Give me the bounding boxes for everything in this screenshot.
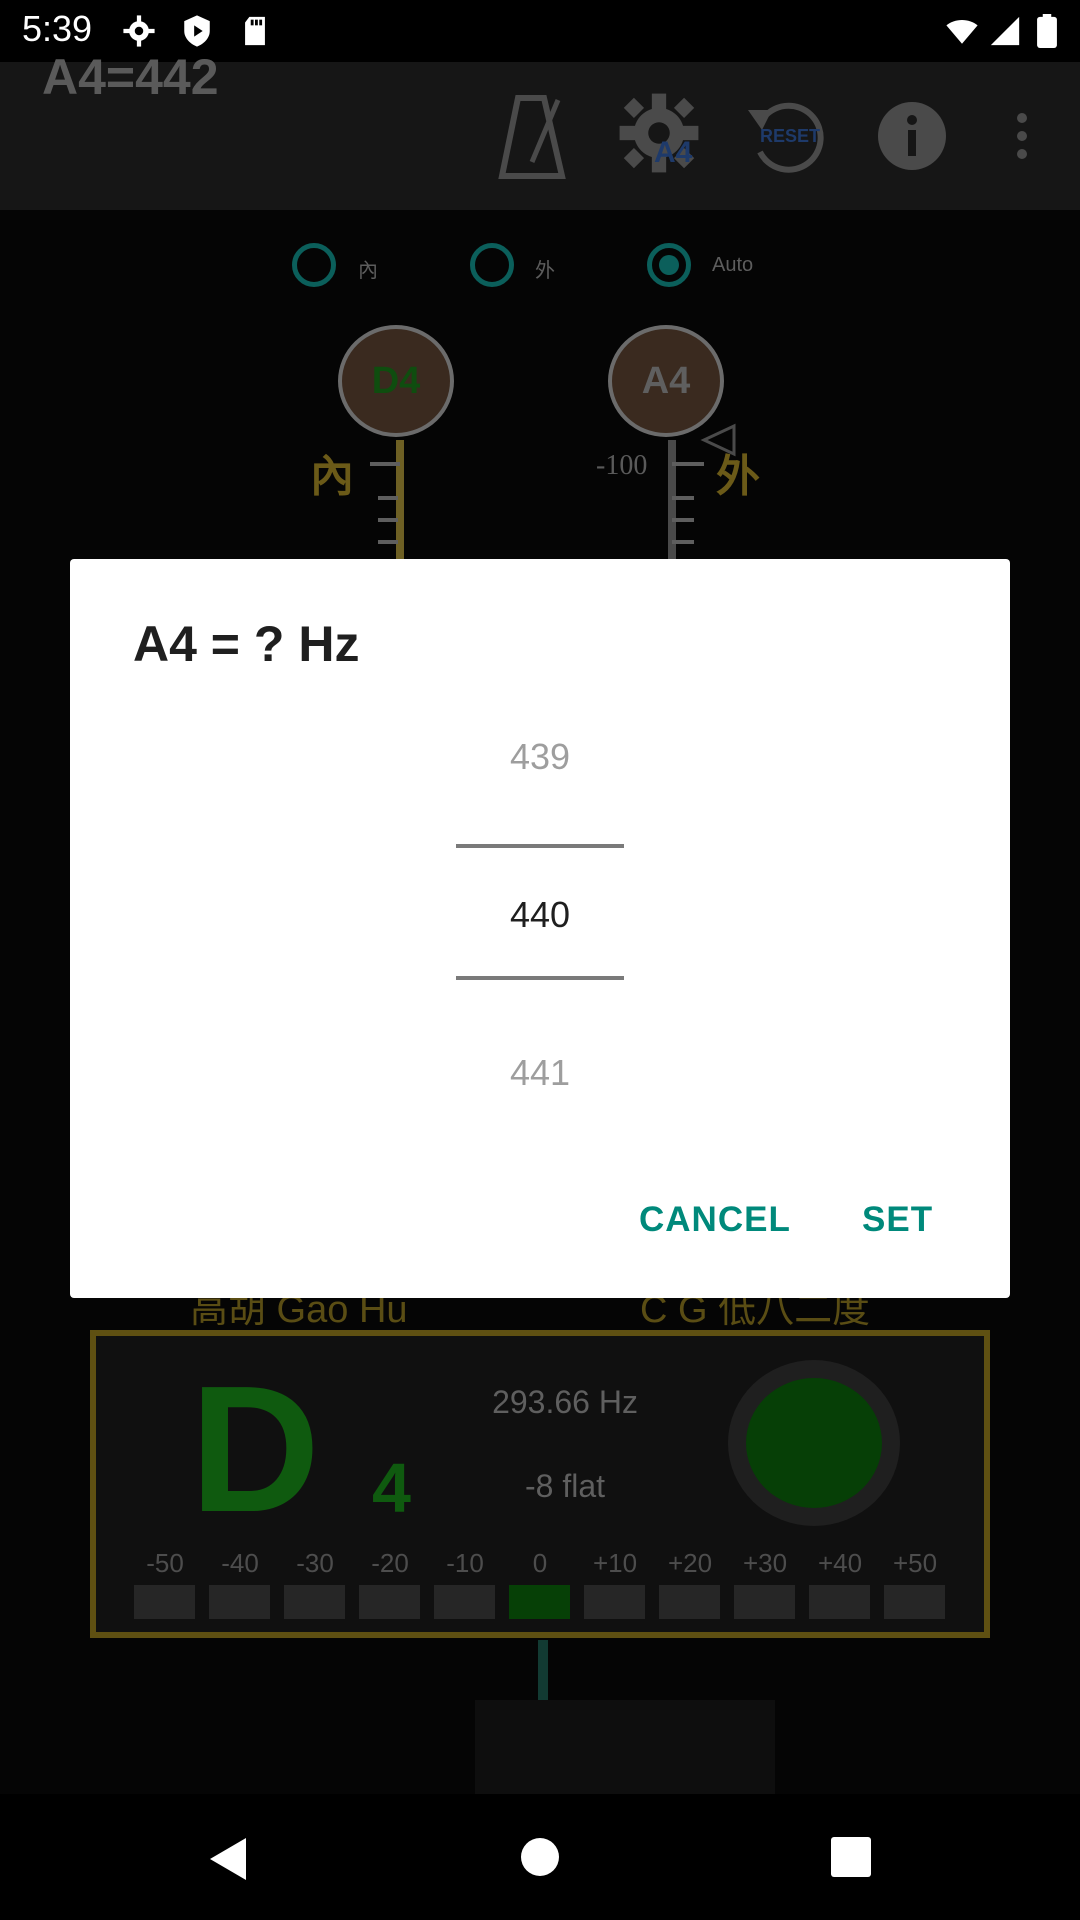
instrument-bridge — [475, 1700, 775, 1794]
reset-button[interactable]: RESET — [742, 92, 832, 182]
meter-label: 0 — [532, 1548, 548, 1578]
reset-label: RESET — [760, 126, 821, 146]
recents-icon[interactable] — [830, 1836, 872, 1878]
picker-divider-bottom — [456, 976, 624, 980]
picker-divider-top — [456, 844, 624, 848]
outer-string-note[interactable]: A4 — [608, 325, 724, 437]
inner-string-note[interactable]: D4 — [338, 325, 454, 437]
meter-cell — [809, 1585, 870, 1619]
set-button[interactable]: SET — [862, 1200, 933, 1240]
meter-cell — [209, 1585, 270, 1619]
meter-cell — [884, 1585, 945, 1619]
cents-deviation: -8 flat — [524, 1468, 606, 1504]
wifi-icon — [946, 20, 978, 44]
radio-outer[interactable] — [470, 243, 514, 287]
meter-cell — [509, 1585, 570, 1619]
picker-next-value[interactable]: 441 — [440, 1052, 640, 1094]
tuning-settings-button[interactable]: A4 — [616, 90, 712, 186]
meter-cell — [284, 1585, 345, 1619]
meter-label: +50 — [892, 1548, 938, 1578]
scale-tick — [672, 462, 704, 466]
outer-scale-top: -100 — [596, 450, 648, 481]
info-icon[interactable] — [876, 100, 948, 172]
picker-previous-value[interactable]: 439 — [440, 736, 640, 778]
meter-label: +10 — [592, 1548, 638, 1578]
meter-label: -50 — [146, 1548, 184, 1578]
status-time: 5:39 — [22, 8, 93, 49]
app-title: A4=442 — [42, 49, 219, 105]
gear-badge: A4 — [654, 136, 693, 169]
sd-card-icon — [245, 16, 265, 46]
radio-inner[interactable] — [292, 243, 336, 287]
cancel-button[interactable]: CANCEL — [639, 1200, 791, 1240]
picker-current-value[interactable]: 440 — [440, 894, 640, 936]
meter-cell — [434, 1585, 495, 1619]
scale-tick — [378, 496, 398, 500]
radio-auto-label: Auto — [712, 254, 754, 276]
radio-auto[interactable] — [647, 243, 691, 287]
radio-inner-label: 內 — [358, 260, 378, 282]
meter-label: -10 — [446, 1548, 484, 1578]
detected-note: D — [190, 1349, 320, 1550]
meter-label: -30 — [296, 1548, 334, 1578]
scale-tick — [378, 540, 398, 544]
meter-cell — [659, 1585, 720, 1619]
meter-label: -40 — [221, 1548, 259, 1578]
meter-label: +30 — [742, 1548, 788, 1578]
radio-outer-label: 外 — [535, 260, 555, 282]
settings-status-icon — [123, 15, 155, 47]
overflow-menu-icon[interactable] — [1010, 112, 1034, 160]
scale-tick — [672, 496, 694, 500]
shield-play-icon — [184, 15, 210, 47]
scale-tick — [672, 540, 694, 544]
inner-side-label: 內 — [310, 452, 354, 501]
radio-auto-dot — [659, 255, 679, 275]
back-icon[interactable] — [204, 1834, 254, 1884]
scale-tick — [370, 462, 400, 466]
scale-tick — [378, 518, 398, 522]
signal-icon — [990, 16, 1020, 46]
meter-cell — [584, 1585, 645, 1619]
meter-label: +20 — [667, 1548, 713, 1578]
outer-side-label: 外 — [716, 452, 760, 501]
indicator-light — [746, 1378, 882, 1508]
in-tune-indicator — [728, 1360, 900, 1526]
scale-tick — [672, 518, 694, 522]
meter-cell — [359, 1585, 420, 1619]
metronome-icon[interactable] — [496, 92, 568, 182]
meter-cell — [134, 1585, 195, 1619]
battery-icon — [1037, 14, 1057, 48]
detected-octave: 4 — [372, 1449, 411, 1527]
meter-label: +40 — [817, 1548, 863, 1578]
meter-label: -20 — [371, 1548, 409, 1578]
detected-frequency: 293.66 Hz — [492, 1384, 638, 1420]
dialog-title: A4 = ? Hz — [133, 616, 360, 672]
home-icon[interactable] — [520, 1837, 560, 1877]
meter-cell — [734, 1585, 795, 1619]
